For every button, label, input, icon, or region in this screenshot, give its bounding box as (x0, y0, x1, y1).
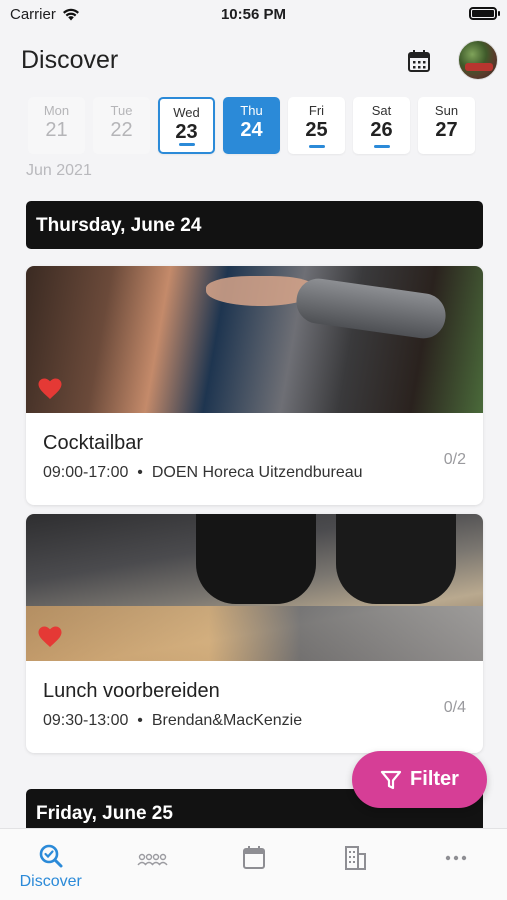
heart-icon[interactable] (38, 378, 62, 400)
day-date: 21 (45, 119, 68, 141)
day-fri[interactable]: Fri 25 (288, 97, 345, 154)
card-company: Brendan&MacKenzie (151, 712, 303, 729)
card-image (26, 266, 483, 413)
day-sat[interactable]: Sat 26 (353, 97, 410, 154)
card-company: DOEN Horeca Uitzendbureau (151, 464, 363, 481)
day-thu[interactable]: Thu 24 (223, 97, 280, 154)
section-header: Thursday, June 24 (26, 201, 483, 249)
more-icon (446, 855, 467, 861)
day-date: 22 (110, 119, 133, 141)
filter-icon (380, 770, 402, 789)
card-meta: 09:00-17:00 • DOEN Horeca Uitzendbureau (43, 464, 466, 482)
separator-dot: • (132, 712, 148, 729)
event-indicator (308, 145, 325, 148)
people-icon (137, 853, 168, 866)
avatar[interactable] (458, 40, 498, 80)
event-indicator (373, 145, 390, 148)
month-label: Jun 2021 (26, 162, 92, 179)
day-date: 24 (240, 119, 263, 141)
day-date: 25 (305, 119, 328, 141)
card-title: Cocktailbar (43, 432, 144, 454)
day-wed[interactable]: Wed 23 (158, 97, 215, 154)
status-time: 10:56 PM (220, 6, 287, 23)
filter-button[interactable]: Filter (352, 751, 487, 808)
card-title: Lunch voorbereiden (43, 680, 220, 702)
shift-card[interactable]: Lunch voorbereiden 09:30-13:00 • Brendan… (26, 514, 483, 753)
card-body: Lunch voorbereiden 09:30-13:00 • Brendan… (26, 661, 483, 753)
calendar-tab-icon (242, 846, 265, 869)
card-time: 09:30-13:00 (43, 712, 129, 729)
tab-bar: Discover (0, 828, 507, 900)
status-bar: Carrier 10:56 PM (0, 0, 507, 30)
day-name: Thu (240, 103, 263, 118)
building-icon (344, 846, 366, 870)
day-name: Fri (308, 103, 325, 118)
card-time: 09:00-17:00 (43, 464, 129, 481)
card-meta: 09:30-13:00 • Brendan&MacKenzie (43, 712, 466, 730)
day-date: 27 (435, 119, 458, 141)
battery-icon (469, 7, 500, 20)
separator-dot: • (132, 464, 148, 481)
tab-calendar[interactable] (203, 829, 304, 900)
day-mon[interactable]: Mon 21 (28, 97, 85, 154)
card-count: 0/2 (443, 451, 466, 468)
discover-icon (39, 844, 63, 868)
day-sun[interactable]: Sun 27 (418, 97, 475, 154)
tab-more[interactable] (406, 829, 507, 900)
filter-label: Filter (410, 768, 459, 790)
week-strip: Mon 21 Tue 22 Wed 23 Thu 24 Fri 25 Sat 2… (28, 97, 475, 154)
tab-companies[interactable] (304, 829, 405, 900)
calendar-icon (408, 50, 430, 72)
card-count: 0/4 (443, 699, 466, 716)
tab-people[interactable] (101, 829, 202, 900)
calendar-button[interactable] (404, 46, 434, 76)
day-name: Mon (43, 103, 70, 118)
event-indicator (178, 143, 195, 146)
tab-discover[interactable]: Discover (0, 829, 101, 900)
tab-discover-label: Discover (19, 873, 82, 890)
card-image (26, 514, 483, 661)
day-name: Sun (434, 103, 459, 118)
day-name: Wed (173, 105, 200, 120)
page-title: Discover (21, 46, 119, 74)
day-date: 26 (370, 119, 393, 141)
day-name: Tue (110, 103, 133, 118)
card-body: Cocktailbar 09:00-17:00 • DOEN Horeca Ui… (26, 413, 483, 505)
shift-card[interactable]: Cocktailbar 09:00-17:00 • DOEN Horeca Ui… (26, 266, 483, 505)
day-name: Sat (371, 103, 392, 118)
day-date: 23 (175, 121, 198, 143)
day-tue[interactable]: Tue 22 (93, 97, 150, 154)
heart-icon[interactable] (38, 626, 62, 648)
